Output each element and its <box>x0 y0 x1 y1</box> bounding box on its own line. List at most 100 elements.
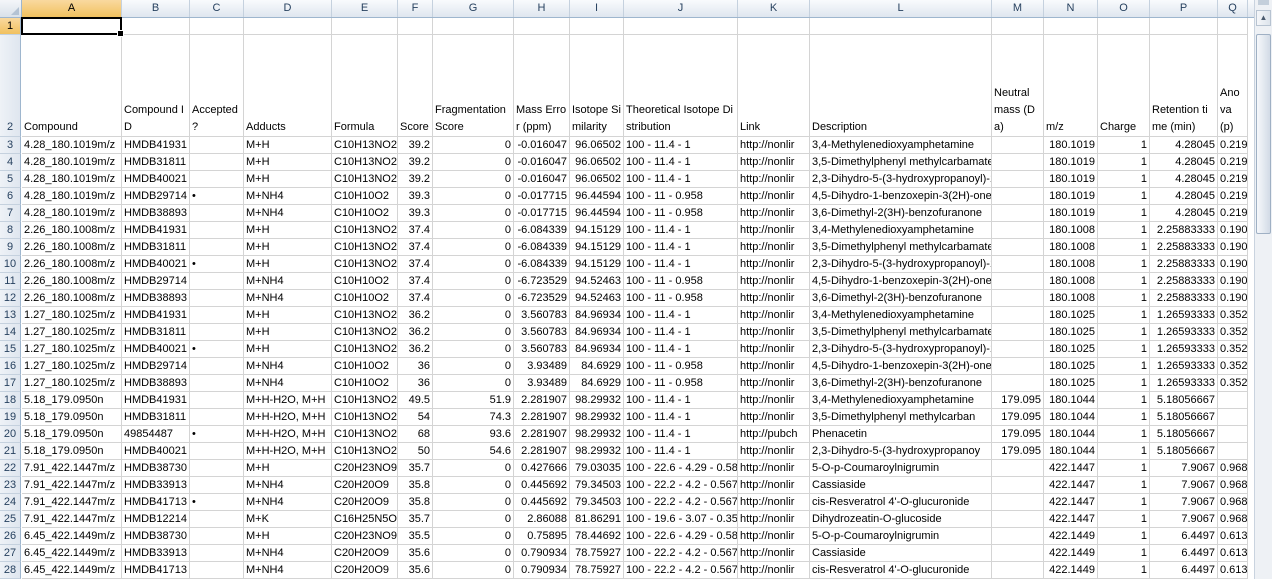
cell-J18[interactable]: 100 - 11.4 - 1 <box>624 392 738 409</box>
cell-D25[interactable]: M+K <box>244 511 332 528</box>
cell-L4[interactable]: 3,5-Dimethylphenyl methylcarbamate <box>810 154 992 171</box>
cell-A22[interactable]: 7.91_422.1447m/z <box>22 460 122 477</box>
column-header-E[interactable]: E <box>332 0 398 17</box>
cell-I25[interactable]: 81.86291 <box>570 511 624 528</box>
header-cell-P[interactable]: Retention time (min) <box>1150 35 1218 137</box>
cell-L26[interactable]: 5-O-p-Coumaroylnigrumin <box>810 528 992 545</box>
header-cell-N[interactable]: m/z <box>1044 35 1098 137</box>
cell-P9[interactable]: 2.25883333 <box>1150 239 1218 256</box>
cell-C5[interactable] <box>190 171 244 188</box>
scroll-thumb[interactable] <box>1256 34 1271 234</box>
cell-B8[interactable]: HMDB41931 <box>122 222 190 239</box>
cell-F16[interactable]: 36 <box>398 358 433 375</box>
cell-D7[interactable]: M+NH4 <box>244 205 332 222</box>
cell-O10[interactable]: 1 <box>1098 256 1150 273</box>
column-header-H[interactable]: H <box>514 0 570 17</box>
row-header-27[interactable]: 27 <box>0 545 21 562</box>
vertical-scrollbar[interactable]: ▲ <box>1254 0 1272 579</box>
header-cell-I[interactable]: Isotope Similarity <box>570 35 624 137</box>
cell-C3[interactable] <box>190 137 244 154</box>
cell-N3[interactable]: 180.1019 <box>1044 137 1098 154</box>
cell-K20[interactable]: http://pubch <box>738 426 810 443</box>
cell-K26[interactable]: http://nonlir <box>738 528 810 545</box>
cell-F13[interactable]: 36.2 <box>398 307 433 324</box>
cell-K23[interactable]: http://nonlir <box>738 477 810 494</box>
cell-P23[interactable]: 7.9067 <box>1150 477 1218 494</box>
cell-I20[interactable]: 98.29932 <box>570 426 624 443</box>
cell-H18[interactable]: 2.281907 <box>514 392 570 409</box>
cell-L13[interactable]: 3,4-Methylenedioxyamphetamine <box>810 307 992 324</box>
cell-A25[interactable]: 7.91_422.1447m/z <box>22 511 122 528</box>
cell-K25[interactable]: http://nonlir <box>738 511 810 528</box>
cell-D19[interactable]: M+H-H2O, M+H <box>244 409 332 426</box>
cell-O26[interactable]: 1 <box>1098 528 1150 545</box>
column-header-P[interactable]: P <box>1150 0 1218 17</box>
cell-B27[interactable]: HMDB33913 <box>122 545 190 562</box>
cell[interactable] <box>570 18 624 35</box>
cell-H7[interactable]: -0.017715 <box>514 205 570 222</box>
cell-B24[interactable]: HMDB41713 <box>122 494 190 511</box>
cell-I10[interactable]: 94.15129 <box>570 256 624 273</box>
cell-I6[interactable]: 96.44594 <box>570 188 624 205</box>
cell-N12[interactable]: 180.1008 <box>1044 290 1098 307</box>
cell-F8[interactable]: 37.4 <box>398 222 433 239</box>
cell-K7[interactable]: http://nonlir <box>738 205 810 222</box>
cell-K4[interactable]: http://nonlir <box>738 154 810 171</box>
cell-N23[interactable]: 422.1447 <box>1044 477 1098 494</box>
cell-N20[interactable]: 180.1044 <box>1044 426 1098 443</box>
row-header-16[interactable]: 16 <box>0 358 21 375</box>
cell-A4[interactable]: 4.28_180.1019m/z <box>22 154 122 171</box>
cell-Q15[interactable]: 0.352 <box>1218 341 1248 358</box>
split-handle[interactable] <box>1258 0 1269 5</box>
cell-O20[interactable]: 1 <box>1098 426 1150 443</box>
column-header-L[interactable]: L <box>810 0 992 17</box>
cell-Q17[interactable]: 0.352 <box>1218 375 1248 392</box>
cell-J24[interactable]: 100 - 22.2 - 4.2 - 0.567 <box>624 494 738 511</box>
cell-A20[interactable]: 5.18_179.0950n <box>22 426 122 443</box>
column-header-M[interactable]: M <box>992 0 1044 17</box>
cell[interactable] <box>244 18 332 35</box>
cell-B11[interactable]: HMDB29714 <box>122 273 190 290</box>
cell-P14[interactable]: 1.26593333 <box>1150 324 1218 341</box>
cell-M16[interactable] <box>992 358 1044 375</box>
cell-E19[interactable]: C10H13NO2 <box>332 409 398 426</box>
cell-E12[interactable]: C10H10O2 <box>332 290 398 307</box>
cell-E14[interactable]: C10H13NO2 <box>332 324 398 341</box>
cell-O27[interactable]: 1 <box>1098 545 1150 562</box>
column-header-K[interactable]: K <box>738 0 810 17</box>
cell-O11[interactable]: 1 <box>1098 273 1150 290</box>
cell-Q19[interactable] <box>1218 409 1248 426</box>
cell-D9[interactable]: M+H <box>244 239 332 256</box>
cell-M11[interactable] <box>992 273 1044 290</box>
cell-B15[interactable]: HMDB40021 <box>122 341 190 358</box>
cell-H23[interactable]: 0.445692 <box>514 477 570 494</box>
cell-B12[interactable]: HMDB38893 <box>122 290 190 307</box>
row-header-3[interactable]: 3 <box>0 137 21 154</box>
row-header-4[interactable]: 4 <box>0 154 21 171</box>
cell-D15[interactable]: M+H <box>244 341 332 358</box>
cell-Q20[interactable] <box>1218 426 1248 443</box>
row-header-12[interactable]: 12 <box>0 290 21 307</box>
cell-E17[interactable]: C10H10O2 <box>332 375 398 392</box>
cell-H3[interactable]: -0.016047 <box>514 137 570 154</box>
cell-F23[interactable]: 35.8 <box>398 477 433 494</box>
cell-H25[interactable]: 2.86088 <box>514 511 570 528</box>
cell-N9[interactable]: 180.1008 <box>1044 239 1098 256</box>
cell-I15[interactable]: 84.96934 <box>570 341 624 358</box>
cell-E27[interactable]: C20H20O9 <box>332 545 398 562</box>
cell-A11[interactable]: 2.26_180.1008m/z <box>22 273 122 290</box>
cell-M5[interactable] <box>992 171 1044 188</box>
cell-L15[interactable]: 2,3-Dihydro-5-(3-hydroxypropanoyl)-1H-py… <box>810 341 992 358</box>
cell-J16[interactable]: 100 - 11 - 0.958 <box>624 358 738 375</box>
cell-M7[interactable] <box>992 205 1044 222</box>
cell-I12[interactable]: 94.52463 <box>570 290 624 307</box>
cell-L14[interactable]: 3,5-Dimethylphenyl methylcarbamate <box>810 324 992 341</box>
cell-N10[interactable]: 180.1008 <box>1044 256 1098 273</box>
cell-I16[interactable]: 84.6929 <box>570 358 624 375</box>
cell-E24[interactable]: C20H20O9 <box>332 494 398 511</box>
cell-G13[interactable]: 0 <box>433 307 514 324</box>
cell-P24[interactable]: 7.9067 <box>1150 494 1218 511</box>
cell-F21[interactable]: 50 <box>398 443 433 460</box>
cell[interactable] <box>738 18 810 35</box>
cell-O13[interactable]: 1 <box>1098 307 1150 324</box>
